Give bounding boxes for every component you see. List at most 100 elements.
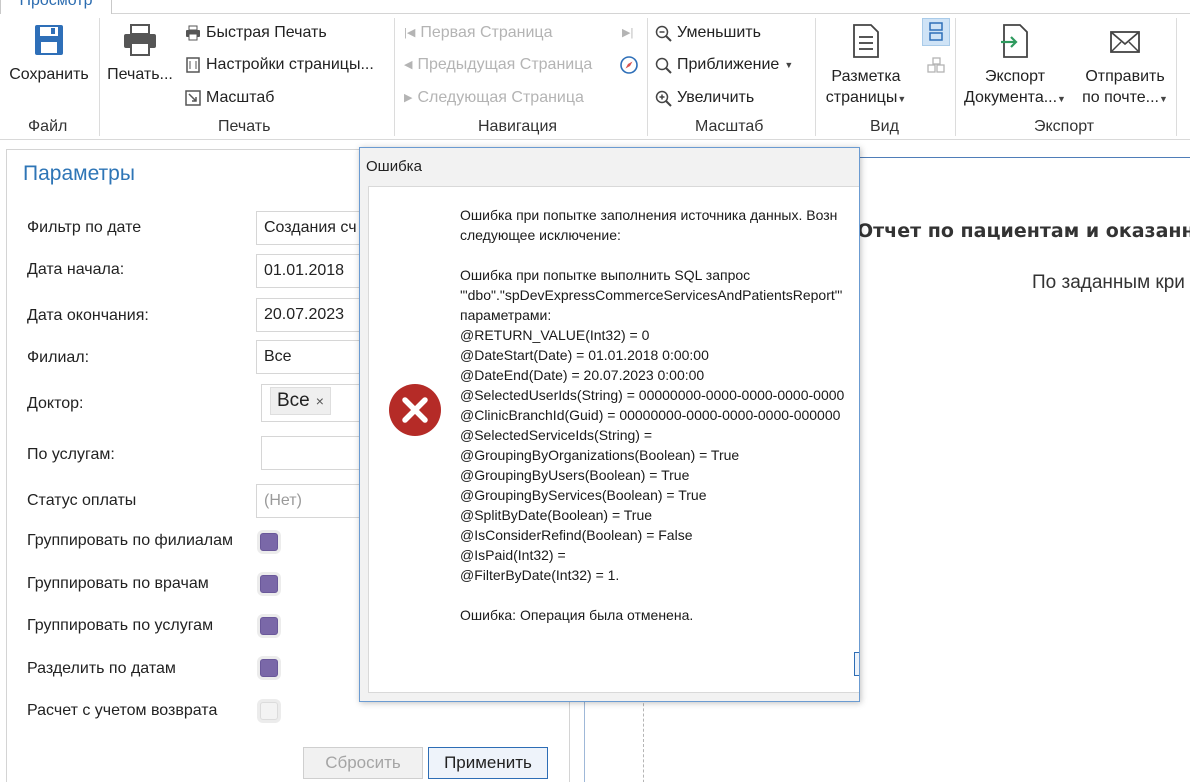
error-line: @IsConsiderRefind(Boolean) = False <box>460 527 693 543</box>
error-icon <box>389 384 441 436</box>
ribbon-tab-bar: Просмотр <box>0 0 1190 14</box>
next-page-icon: ▶ <box>404 92 413 104</box>
first-page-label: Первая Страница <box>420 24 553 41</box>
send-email-label-1: Отправить <box>1085 68 1165 85</box>
multi-page-view-toggle[interactable] <box>926 54 946 78</box>
error-line: @IsPaid(Int32) = <box>460 547 566 563</box>
parameters-title: Параметры <box>23 162 135 185</box>
single-page-view-toggle[interactable] <box>922 18 950 46</box>
consider-refund-label: Расчет с учетом возврата <box>27 702 218 719</box>
error-message: Ошибка при попытке заполнения источника … <box>460 205 859 625</box>
split-by-dates-checkbox[interactable] <box>260 659 278 677</box>
export-document-button[interactable]: Экспорт Документа...▼ <box>958 24 1072 110</box>
quick-print-label: Быстрая Печать <box>206 24 327 41</box>
error-line: @FilterByDate(Int32) = 1. <box>460 567 620 583</box>
last-page-icon: ▶| <box>622 27 634 39</box>
branch-label: Филиал: <box>27 349 90 366</box>
error-line: @SplitByDate(Boolean) = True <box>460 507 653 523</box>
page-setup-icon <box>186 57 200 73</box>
report-title: Отчет по пациентам и оказанны <box>857 220 1190 242</box>
group-label-file: Файл <box>28 118 68 135</box>
services-label: По услугам: <box>27 446 115 463</box>
dialog-ok-button[interactable] <box>854 652 859 676</box>
error-line: @DateStart(Date) = 01.01.2018 0:00:00 <box>460 347 709 363</box>
group-label-navigation: Навигация <box>478 118 558 135</box>
save-button[interactable]: Сохранить <box>6 24 92 85</box>
end-date-label: Дата окончания: <box>27 307 149 324</box>
group-label-export: Экспорт <box>1034 118 1095 135</box>
export-document-icon <box>1001 24 1028 58</box>
error-line <box>460 245 859 265</box>
group-by-services-checkbox[interactable] <box>260 617 278 635</box>
zoom-out-icon <box>655 25 672 42</box>
navigate-button[interactable] <box>620 53 638 77</box>
print-label: Печать... <box>107 66 173 83</box>
next-page-label: Следующая Страница <box>417 89 584 106</box>
zoom-in-button[interactable]: Увеличить <box>655 86 754 110</box>
print-button[interactable]: Печать... <box>104 24 176 85</box>
group-separator <box>99 18 100 136</box>
close-icon[interactable]: × <box>316 388 324 414</box>
group-by-branches-label: Группировать по филиалам <box>27 532 234 549</box>
split-by-dates-label: Разделить по датам <box>27 660 176 677</box>
chevron-down-icon: ▼ <box>784 60 794 70</box>
group-label-zoom: Масштаб <box>695 118 764 135</box>
page-setup-button[interactable]: Настройки страницы... <box>185 53 374 77</box>
zoom-in-label: Увеличить <box>677 89 755 106</box>
doctor-label: Доктор: <box>27 395 84 412</box>
prev-page-label: Предыдущая Страница <box>417 56 593 73</box>
error-line: Ошибка при попытке выполнить SQL запрос <box>460 267 751 283</box>
printer-icon <box>124 24 156 56</box>
error-line: @RETURN_VALUE(Int32) = 0 <box>460 327 650 343</box>
group-separator <box>1176 18 1177 136</box>
page-layout-label-2: страницы <box>825 89 898 106</box>
zoom-out-button[interactable]: Уменьшить <box>655 21 761 45</box>
apply-button[interactable]: Применить <box>428 747 548 779</box>
next-page-button[interactable]: ▶ Следующая Страница <box>404 86 584 110</box>
envelope-icon <box>1110 31 1140 53</box>
send-email-label-2: по почте... <box>1082 89 1159 106</box>
quick-print-button[interactable]: Быстрая Печать <box>185 21 327 45</box>
error-line: параметрами: <box>460 307 552 323</box>
group-by-doctors-checkbox[interactable] <box>260 575 278 593</box>
zoom-dropdown-button[interactable]: Приближение ▼ <box>655 53 793 77</box>
page-layout-button[interactable]: Разметка страницы▼ <box>821 24 911 110</box>
export-document-label-1: Экспорт <box>984 68 1046 85</box>
error-line: '"dbo"."spDevExpressCommerceServicesAndP… <box>460 287 843 303</box>
save-icon <box>35 25 63 55</box>
group-label-view: Вид <box>870 118 899 135</box>
group-label-print: Печать <box>218 118 271 135</box>
export-document-label-2: Документа... <box>964 89 1058 106</box>
ribbon: Сохранить Файл Печать... Быстрая Печать … <box>0 14 1190 140</box>
error-line: Ошибка при попытке заполнения источника … <box>460 207 838 223</box>
send-email-button[interactable]: Отправить по почте...▼ <box>1076 24 1174 110</box>
first-page-button[interactable]: |◀ Первая Страница <box>404 21 552 45</box>
single-page-icon <box>929 22 943 41</box>
group-by-doctors-label: Группировать по врачам <box>27 575 209 592</box>
prev-page-button[interactable]: ◀ Предыдущая Страница <box>404 53 592 77</box>
page-boundary <box>643 688 644 782</box>
tab-view[interactable]: Просмотр <box>0 0 112 14</box>
error-line: @GroupingByServices(Boolean) = True <box>460 487 707 503</box>
dialog-body: Ошибка при попытке заполнения источника … <box>368 186 859 693</box>
page-setup-label: Настройки страницы... <box>206 56 374 73</box>
error-line: Ошибка: Операция была отменена. <box>460 607 694 623</box>
dialog-title: Ошибка <box>366 158 422 175</box>
consider-refund-checkbox[interactable] <box>260 702 278 720</box>
group-separator <box>955 18 956 136</box>
scale-label: Масштаб <box>206 89 275 106</box>
compass-icon <box>620 56 638 74</box>
zoom-in-icon <box>655 90 672 107</box>
reset-button[interactable]: Сбросить <box>303 747 423 779</box>
error-line <box>460 585 859 605</box>
quick-print-icon <box>186 25 200 41</box>
last-page-button[interactable]: ▶| <box>622 21 633 45</box>
error-line: @SelectedServiceIds(String) = <box>460 427 653 443</box>
scale-icon <box>185 90 201 106</box>
zoom-out-label: Уменьшить <box>677 24 761 41</box>
group-by-branches-checkbox[interactable] <box>260 533 278 551</box>
scale-button[interactable]: Масштаб <box>185 86 274 110</box>
first-page-icon: |◀ <box>404 27 416 39</box>
payment-status-label: Статус оплаты <box>27 492 137 509</box>
prev-page-icon: ◀ <box>404 59 413 71</box>
